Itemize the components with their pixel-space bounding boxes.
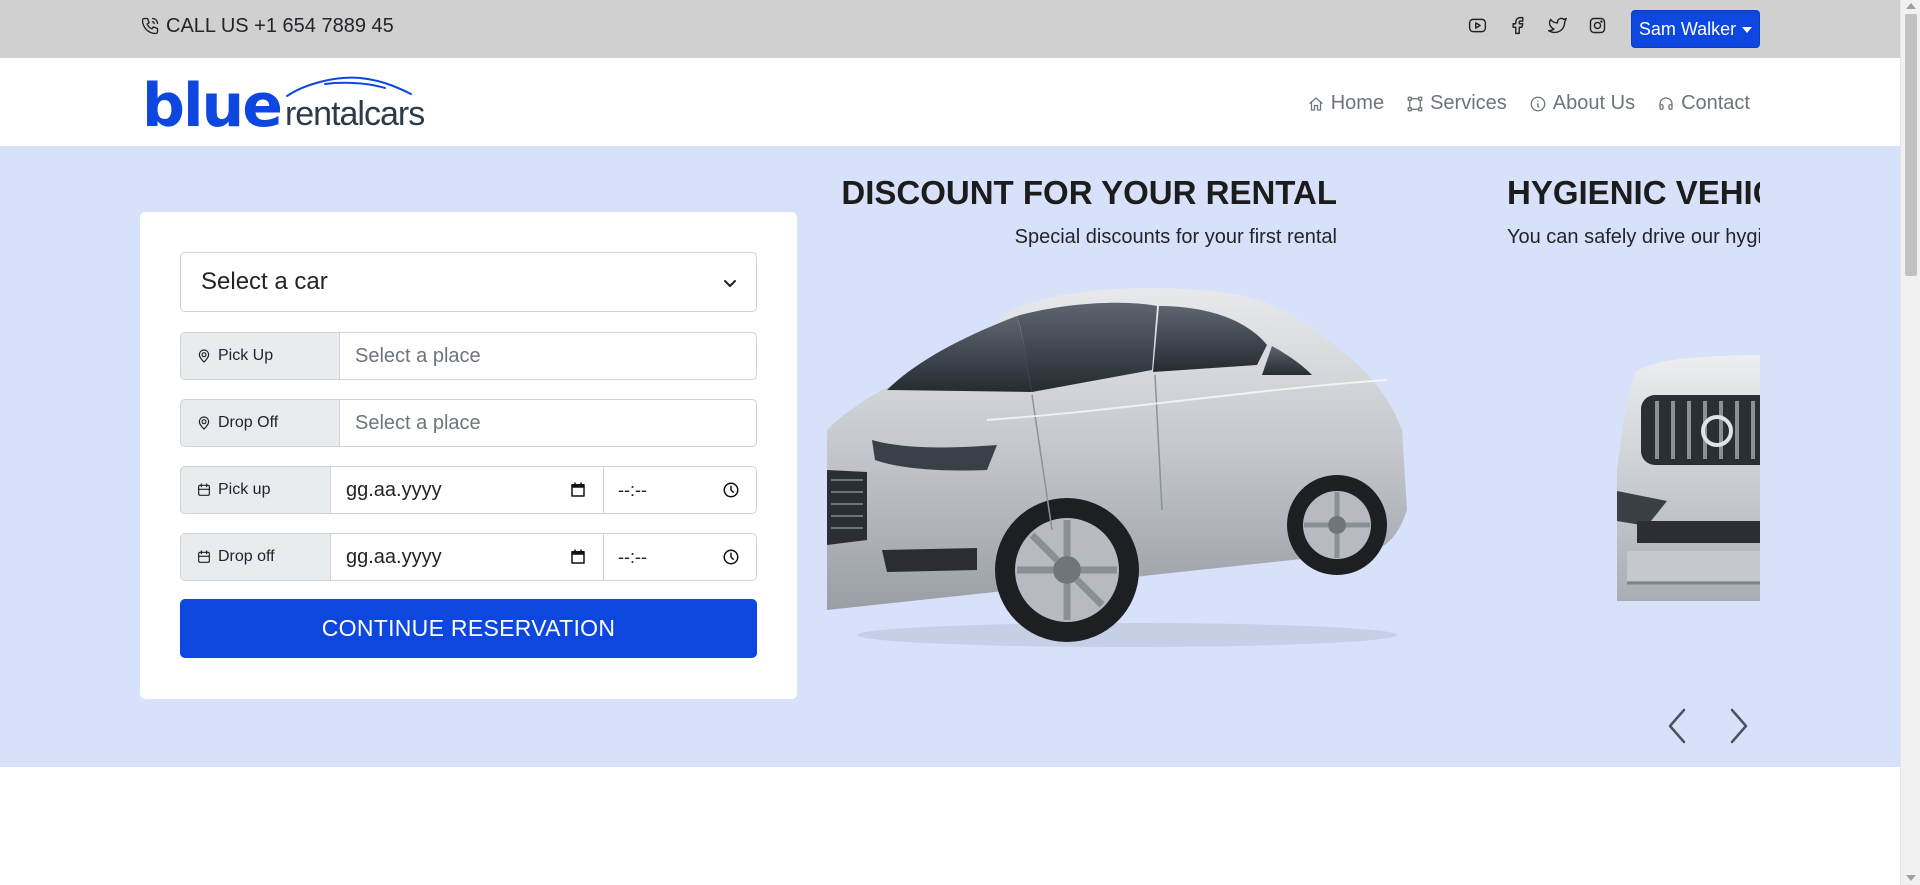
- carousel-slide: HYGIENIC VEHICLES You can safely drive o…: [1507, 146, 1760, 767]
- services-icon: [1407, 96, 1423, 111]
- headset-icon: [1659, 96, 1673, 110]
- map-pin-icon: [198, 349, 210, 363]
- pickup-place-label: Pick Up: [218, 347, 274, 364]
- navbar: blue rentalcars Home Services About Us C…: [0, 58, 1900, 146]
- dropoff-date-label: Drop off: [218, 548, 275, 565]
- car-outline-icon: [285, 76, 412, 97]
- pickup-datetime-row: Pick up gg.aa.yyyy --:--: [180, 466, 757, 514]
- scroll-down-arrow-icon[interactable]: [1906, 875, 1916, 881]
- pickup-place-addon: Pick Up: [180, 332, 340, 380]
- social-links: [1466, 14, 1608, 36]
- reservation-form: Select a car Pick Up Select a place Drop…: [140, 212, 797, 699]
- dropoff-date-addon: Drop off: [180, 533, 331, 581]
- continue-reservation-button[interactable]: CONTINUE RESERVATION: [180, 599, 757, 658]
- user-name: Sam Walker: [1638, 18, 1737, 39]
- logo[interactable]: blue rentalcars: [142, 71, 425, 141]
- user-menu-button[interactable]: Sam Walker: [1631, 10, 1760, 48]
- instagram-icon[interactable]: [1586, 14, 1608, 36]
- nav-services-label: Services: [1430, 92, 1507, 114]
- nav-contact-label: Contact: [1681, 92, 1750, 114]
- dropoff-date-value: gg.aa.yyyy: [346, 545, 442, 568]
- carousel-slide: DISCOUNT FOR YOUR RENTAL Special discoun…: [827, 146, 1407, 767]
- twitter-icon[interactable]: [1546, 14, 1568, 36]
- info-icon: [1530, 96, 1546, 111]
- nav-about[interactable]: About Us: [1529, 92, 1635, 115]
- calendar-icon: [198, 550, 210, 563]
- car-select-value: Select a car: [201, 268, 328, 295]
- top-bar: CALL US +1 654 7889 45 Sam Walker: [0, 0, 1900, 58]
- call-us-text: CALL US +1 654 7889 45: [166, 14, 394, 37]
- dropoff-place-label: Drop Off: [218, 414, 279, 431]
- pickup-date-value: gg.aa.yyyy: [346, 478, 442, 501]
- dropoff-place-addon: Drop Off: [180, 399, 340, 447]
- caret-down-icon: [1742, 27, 1753, 33]
- nav-services[interactable]: Services: [1406, 92, 1507, 115]
- logo-secondary-text: rentalcars: [284, 95, 425, 133]
- suv-car-image: [1617, 355, 1760, 601]
- dropoff-time-value: --:--: [618, 546, 647, 567]
- nav-about-label: About Us: [1552, 92, 1636, 114]
- nav-home[interactable]: Home: [1307, 92, 1384, 115]
- pickup-date-addon: Pick up: [180, 466, 331, 514]
- slide-title: DISCOUNT FOR YOUR RENTAL: [841, 174, 1337, 211]
- pickup-place-input[interactable]: Select a place: [340, 332, 757, 380]
- hero-section: DISCOUNT FOR YOUR RENTAL Special discoun…: [0, 146, 1900, 767]
- calendar-picker-icon[interactable]: [569, 548, 587, 566]
- slide-subtitle: Special discounts for your first rental: [1014, 226, 1337, 248]
- slide-title: HYGIENIC VEHICLES: [1507, 174, 1760, 211]
- sedan-car-image: [827, 288, 1407, 647]
- pickup-time-value: --:--: [618, 479, 647, 500]
- nav-home-label: Home: [1330, 92, 1385, 114]
- chevron-down-icon: [724, 280, 736, 287]
- carousel-next-button[interactable]: [1724, 706, 1754, 746]
- logo-primary-text: blue: [142, 71, 283, 141]
- page-scrollbar[interactable]: [1900, 0, 1920, 885]
- pickup-place-row: Pick Up Select a place: [180, 332, 757, 380]
- clock-icon[interactable]: [722, 548, 740, 566]
- pickup-place-placeholder: Select a place: [355, 344, 481, 367]
- pickup-time-input[interactable]: --:--: [604, 466, 757, 514]
- dropoff-place-row: Drop Off Select a place: [180, 399, 757, 447]
- slide-subtitle: You can safely drive our hygienic vehicl…: [1507, 226, 1760, 248]
- phone-icon: [141, 17, 159, 35]
- dropoff-datetime-row: Drop off gg.aa.yyyy --:--: [180, 533, 757, 581]
- dropoff-place-input[interactable]: Select a place: [340, 399, 757, 447]
- calendar-icon: [198, 483, 210, 496]
- dropoff-time-input[interactable]: --:--: [604, 533, 757, 581]
- nav-contact[interactable]: Contact: [1657, 92, 1750, 115]
- pickup-date-input[interactable]: gg.aa.yyyy: [331, 466, 604, 514]
- youtube-icon[interactable]: [1466, 14, 1488, 36]
- calendar-picker-icon[interactable]: [569, 481, 587, 499]
- carousel-prev-button[interactable]: [1662, 706, 1692, 746]
- scrollbar-thumb[interactable]: [1905, 14, 1917, 276]
- dropoff-date-input[interactable]: gg.aa.yyyy: [331, 533, 604, 581]
- hero-carousel: DISCOUNT FOR YOUR RENTAL Special discoun…: [827, 146, 1760, 767]
- dropoff-place-placeholder: Select a place: [355, 411, 481, 434]
- home-icon: [1309, 96, 1323, 111]
- car-select[interactable]: Select a car: [180, 252, 757, 312]
- chevron-right-icon: [1730, 708, 1748, 744]
- clock-icon[interactable]: [722, 481, 740, 499]
- chevron-left-icon: [1668, 708, 1686, 744]
- main-nav: Home Services About Us Contact: [1307, 92, 1750, 115]
- map-pin-icon: [198, 416, 210, 430]
- call-us: CALL US +1 654 7889 45: [140, 14, 394, 38]
- scroll-up-arrow-icon[interactable]: [1906, 3, 1916, 9]
- pickup-date-label: Pick up: [218, 481, 271, 498]
- facebook-icon[interactable]: [1506, 14, 1528, 36]
